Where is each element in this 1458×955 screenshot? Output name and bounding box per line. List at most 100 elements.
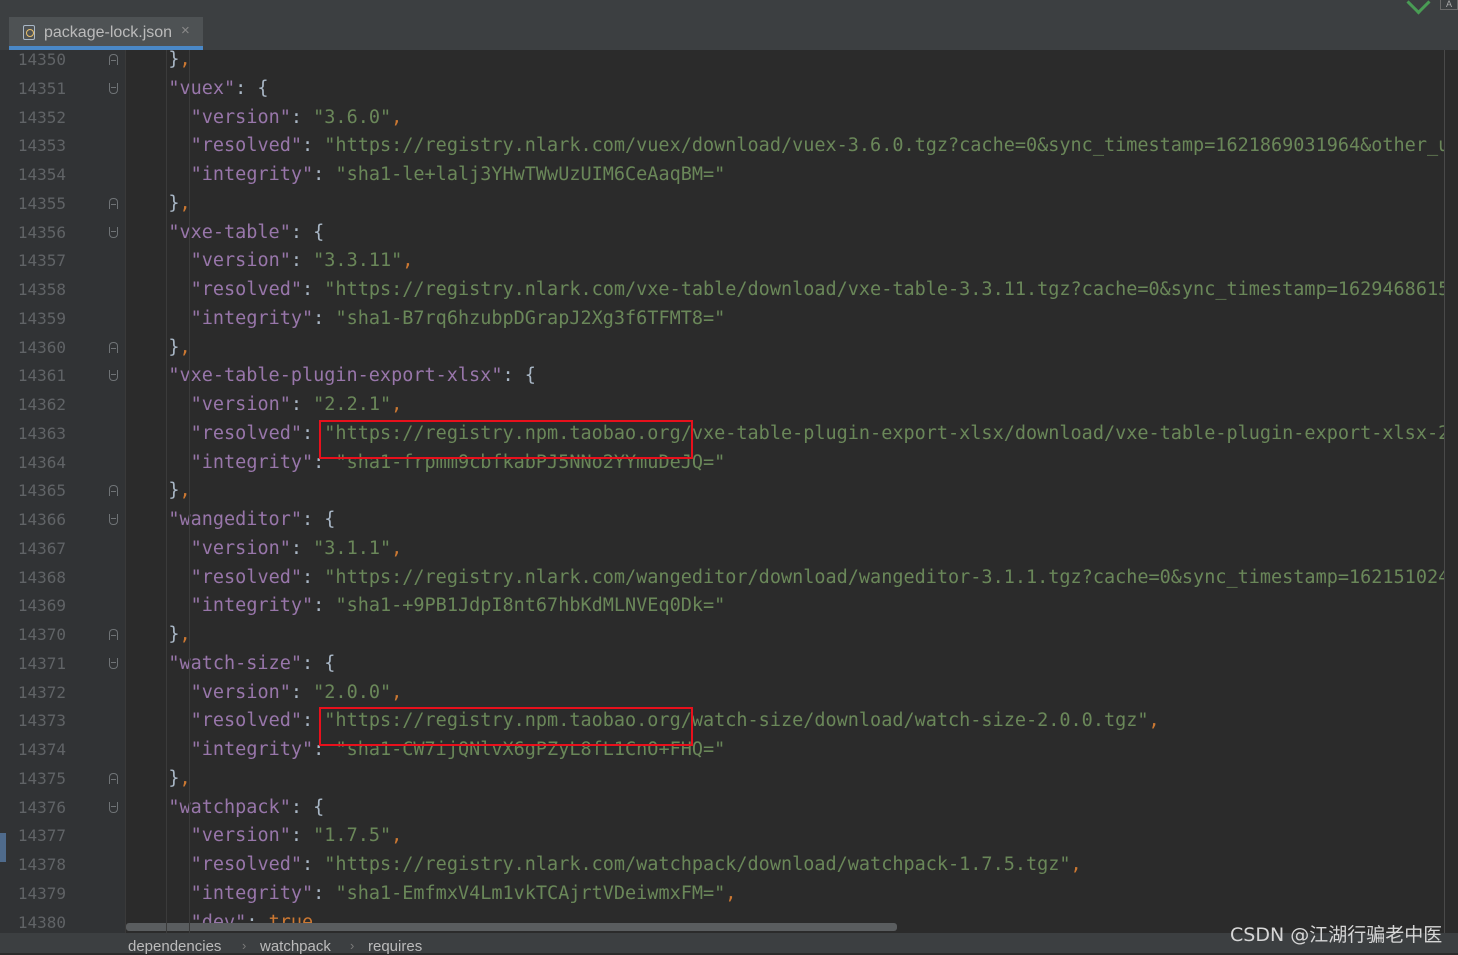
line-number[interactable]: 14357 xyxy=(0,246,66,275)
fold-collapse-icon[interactable] xyxy=(109,801,118,813)
code-token: "version" xyxy=(190,250,291,272)
line-number[interactable]: 14378 xyxy=(0,850,66,879)
code-line[interactable]: "version": "3.3.11", xyxy=(191,246,414,275)
json-file-icon xyxy=(23,25,35,40)
fold-collapse-icon[interactable] xyxy=(109,82,118,94)
code-token: "https://registry.nlark.com/watchpack/do… xyxy=(324,854,1071,875)
code-token: : xyxy=(290,106,314,128)
code-line[interactable]: "vxe-table-plugin-export-xlsx": { xyxy=(168,361,536,390)
code-line[interactable]: "version": "3.6.0", xyxy=(191,103,403,132)
code-token: "version" xyxy=(190,537,291,559)
code-token: "resolved" xyxy=(190,710,303,732)
breadcrumb-item-watchpack[interactable]: watchpack xyxy=(260,938,331,955)
fold-collapse-icon[interactable] xyxy=(109,657,118,669)
fold-collapse-icon[interactable] xyxy=(109,370,118,382)
line-number[interactable]: 14360 xyxy=(0,333,66,362)
breadcrumb-item-dependencies[interactable]: dependencies xyxy=(128,938,221,955)
line-number[interactable]: 14369 xyxy=(0,591,66,620)
code-line[interactable]: "wangeditor": { xyxy=(168,505,335,534)
code-line[interactable]: "integrity": "sha1-B7rq6hzubpDGrapJ2Xg3f… xyxy=(191,304,726,333)
code-line[interactable]: "version": "1.7.5", xyxy=(191,821,403,850)
code-token: "https://registry.nlark.com/vuex/downloa… xyxy=(324,135,1444,157)
code-token: : xyxy=(313,307,336,329)
code-line[interactable]: "version": "2.2.1", xyxy=(191,390,403,419)
code-token: , xyxy=(1148,710,1160,732)
line-number[interactable]: 14374 xyxy=(0,735,66,764)
line-number[interactable]: 14352 xyxy=(0,103,66,132)
line-number[interactable]: 14371 xyxy=(0,649,66,678)
line-number[interactable]: 14377 xyxy=(0,821,66,850)
line-number[interactable]: 14368 xyxy=(0,563,66,592)
code-line[interactable]: "version": "2.0.0", xyxy=(191,678,403,707)
line-number[interactable]: 14362 xyxy=(0,390,66,419)
line-number[interactable]: 14356 xyxy=(0,218,66,247)
line-number[interactable]: 14363 xyxy=(0,419,66,448)
editor-tab-bar: package-lock.json × A xyxy=(0,0,1458,50)
code-line[interactable]: "integrity": "sha1-+9PB1JdpI8nt67hbKdMLN… xyxy=(191,591,726,620)
code-line[interactable]: }, xyxy=(168,764,190,793)
fold-collapse-icon[interactable] xyxy=(109,226,118,238)
line-number[interactable]: 14358 xyxy=(0,275,66,304)
line-number[interactable]: 14376 xyxy=(0,793,66,822)
code-line[interactable]: }, xyxy=(168,50,190,74)
line-number[interactable]: 14365 xyxy=(0,476,66,505)
highlight-box xyxy=(318,419,693,459)
breadcrumb-item-requires[interactable]: requires xyxy=(368,938,422,955)
fold-end-icon[interactable] xyxy=(109,341,118,353)
code-line[interactable]: "resolved": "https://registry.nlark.com/… xyxy=(191,850,1082,879)
line-number[interactable]: 14373 xyxy=(0,706,66,735)
code-token: : xyxy=(302,854,325,875)
code-token: "integrity" xyxy=(190,164,314,185)
code-line[interactable]: "resolved": "https://registry.nlark.com/… xyxy=(191,131,1444,160)
code-token: : xyxy=(302,566,325,588)
code-line[interactable]: "version": "3.1.1", xyxy=(191,534,403,563)
code-token: "version" xyxy=(190,394,291,415)
line-number[interactable]: 14372 xyxy=(0,678,66,707)
code-token: } xyxy=(168,192,180,214)
code-token: : xyxy=(290,250,314,272)
fold-end-icon[interactable] xyxy=(109,485,118,497)
line-number[interactable]: 14379 xyxy=(0,879,66,908)
code-token: : { xyxy=(301,652,336,674)
line-number[interactable]: 14366 xyxy=(0,505,66,534)
fold-end-icon[interactable] xyxy=(109,629,118,640)
fold-end-icon[interactable] xyxy=(109,772,118,784)
line-number[interactable]: 14351 xyxy=(0,74,66,103)
fold-collapse-icon[interactable] xyxy=(109,514,118,525)
code-line[interactable]: }, xyxy=(168,189,190,218)
code-token: : xyxy=(313,595,336,617)
line-number[interactable]: 14353 xyxy=(0,131,66,160)
code-token: "integrity" xyxy=(190,739,314,760)
code-token: "2.2.1" xyxy=(313,394,392,415)
line-number[interactable]: 14355 xyxy=(0,189,66,218)
code-token: "version" xyxy=(190,681,291,703)
line-number[interactable]: 14354 xyxy=(0,160,66,189)
code-token: "1.7.5" xyxy=(313,825,392,847)
fold-end-icon[interactable] xyxy=(109,54,118,65)
fold-end-icon[interactable] xyxy=(109,197,118,209)
line-number[interactable]: 14367 xyxy=(0,534,66,563)
code-line[interactable]: "integrity": "sha1-le+lalj3YHwTWwUzUIM6C… xyxy=(191,160,726,189)
code-token: , xyxy=(391,106,403,128)
line-number[interactable]: 14361 xyxy=(0,361,66,390)
code-line[interactable]: "vxe-table": { xyxy=(168,218,324,247)
highlight-box xyxy=(318,707,693,746)
code-line[interactable]: "watch-size": { xyxy=(168,649,335,678)
line-number[interactable]: 14375 xyxy=(0,764,66,793)
close-icon[interactable]: × xyxy=(181,22,190,39)
line-number[interactable]: 14350 xyxy=(0,45,66,74)
line-number[interactable]: 14364 xyxy=(0,448,66,477)
code-line[interactable]: }, xyxy=(168,476,190,505)
code-editor[interactable]: }, "vuex": {"version": "3.6.0", "resolved"… xyxy=(126,50,1444,933)
code-line[interactable]: "resolved": "https://registry.nlark.com/… xyxy=(191,275,1444,304)
code-line[interactable]: "resolved": "https://registry.nlark.com/… xyxy=(191,563,1444,592)
code-line[interactable]: "watchpack": { xyxy=(168,793,324,822)
corner-indicator[interactable]: A xyxy=(1440,0,1458,10)
code-line[interactable]: }, xyxy=(168,333,190,362)
horizontal-scrollbar[interactable] xyxy=(126,923,897,931)
code-line[interactable]: "vuex": { xyxy=(168,74,268,103)
line-number[interactable]: 14370 xyxy=(0,620,66,649)
line-number[interactable]: 14359 xyxy=(0,304,66,333)
code-line[interactable]: }, xyxy=(168,620,190,649)
code-line[interactable]: "integrity": "sha1-EmfmxV4Lm1vkTCAjrtVDe… xyxy=(191,879,737,908)
